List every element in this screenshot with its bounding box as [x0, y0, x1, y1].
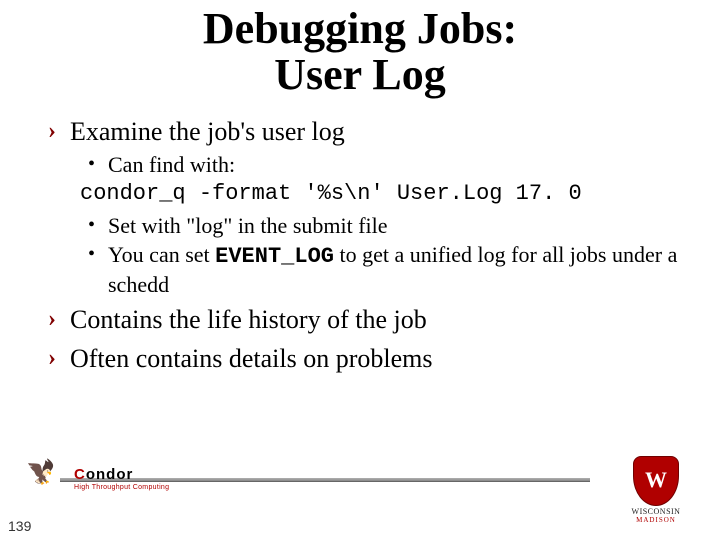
bullet-2: › Contains the life history of the job: [48, 304, 680, 337]
condor-logo: 🦅 Condor High Throughput Computing: [40, 464, 180, 506]
text-fragment: Set with ": [108, 213, 195, 238]
chevron-right-icon: ›: [48, 343, 70, 376]
dot-icon: •: [88, 212, 108, 240]
chevron-right-icon: ›: [48, 304, 70, 337]
content-area: › Examine the job's user log • Can find …: [0, 98, 720, 375]
bullet-3-text: Often contains details on problems: [70, 343, 680, 376]
chevron-right-icon: ›: [48, 116, 70, 149]
dot-icon: •: [88, 151, 108, 179]
title-line-1: Debugging Jobs:: [0, 6, 720, 52]
title-line-2: User Log: [0, 52, 720, 98]
event-log-code: EVENT_LOG: [215, 244, 334, 269]
text-fragment: You can set: [108, 242, 215, 267]
bullet-1: › Examine the job's user log: [48, 116, 680, 149]
text-fragment: " in the submit file: [223, 213, 387, 238]
condor-rest: ondor: [86, 466, 134, 483]
bullet-1-sub-2-text: Set with "log" in the submit file: [108, 212, 680, 240]
bullet-2-text: Contains the life history of the job: [70, 304, 680, 337]
log-keyword: log: [195, 213, 223, 238]
bullet-3: › Often contains details on problems: [48, 343, 680, 376]
condor-bird-icon: 🦅: [26, 458, 56, 487]
page-number: 139: [8, 518, 31, 534]
condor-tagline: High Throughput Computing: [74, 484, 169, 491]
slide: Debugging Jobs: User Log › Examine the j…: [0, 0, 720, 540]
condor-wordmark: Condor: [74, 466, 133, 483]
code-block: condor_q -format '%s\n' User.Log 17. 0: [80, 180, 680, 208]
bullet-1-sub-3-text: You can set EVENT_LOG to get a unified l…: [108, 241, 680, 298]
bullet-1-sub-3: • You can set EVENT_LOG to get a unified…: [88, 241, 680, 298]
wisconsin-campus: MADISON: [620, 516, 692, 524]
bullet-1-sub-1-text: Can find with:: [108, 151, 680, 179]
dot-icon: •: [88, 241, 108, 298]
slide-title: Debugging Jobs: User Log: [0, 0, 720, 98]
bullet-1-text: Examine the job's user log: [70, 116, 680, 149]
bullet-1-sub-2: • Set with "log" in the submit file: [88, 212, 680, 240]
wisconsin-name: WISCONSIN: [620, 508, 692, 516]
wisconsin-crest-icon: [633, 456, 679, 506]
bullet-1-sub-1: • Can find with:: [88, 151, 680, 179]
wisconsin-logo: WISCONSIN MADISON: [620, 456, 692, 524]
